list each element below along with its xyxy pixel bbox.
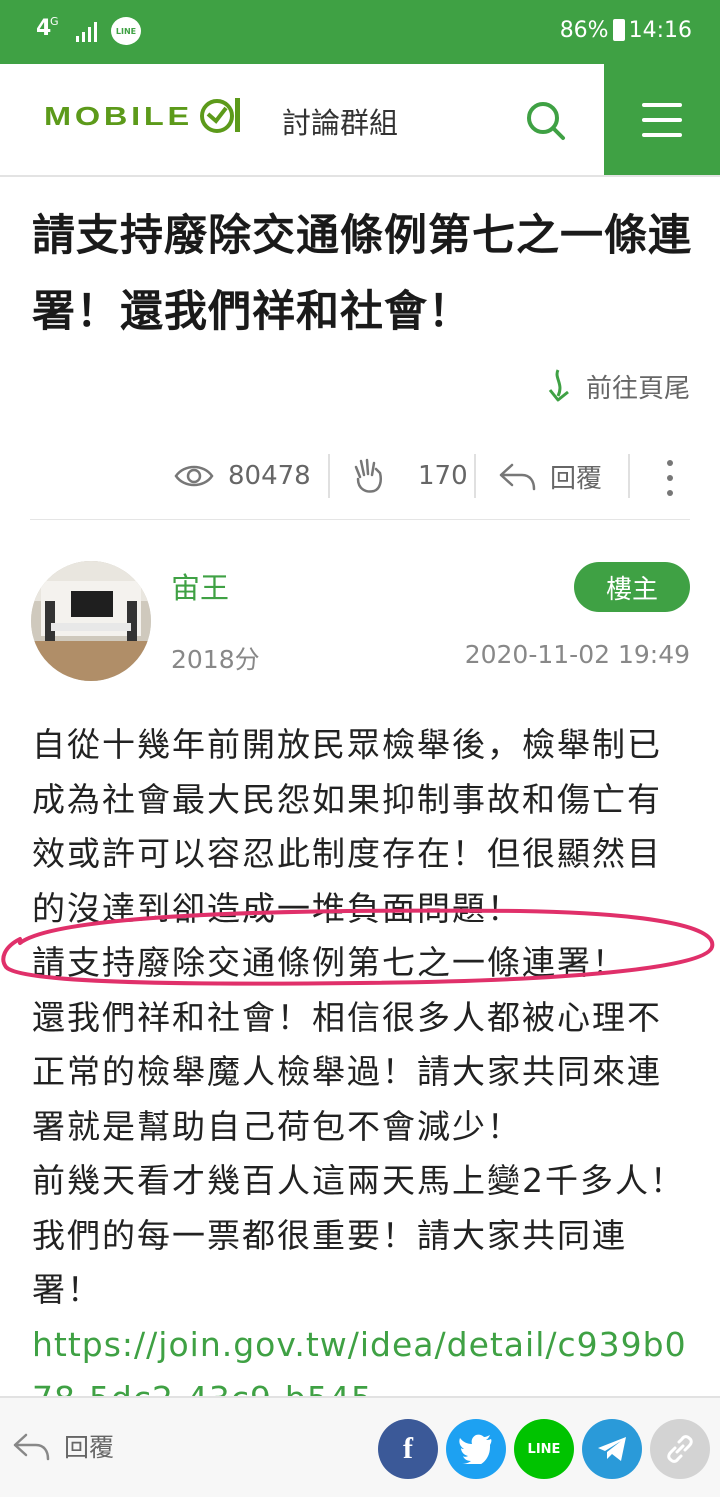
share-facebook-button[interactable]: f <box>378 1419 438 1479</box>
facebook-icon: f <box>403 1432 413 1465</box>
like-count-value: 170 <box>418 461 468 491</box>
stat-divider <box>628 454 630 498</box>
reply-label: 回覆 <box>550 463 603 494</box>
like-button[interactable]: 170 <box>352 450 468 502</box>
eye-icon <box>174 465 214 487</box>
status-right: 86% 14:16 <box>560 15 692 45</box>
search-button[interactable] <box>523 98 567 142</box>
view-count: 80478 <box>174 450 311 502</box>
reply-button[interactable]: 回覆 <box>498 450 602 502</box>
menu-button[interactable] <box>604 64 720 175</box>
post-content: 自從十幾年前開放民眾檢舉後，檢舉制已成為社會最大民怨如果抑制事故和傷亡有效或許可… <box>32 718 692 1396</box>
link-icon <box>667 1435 693 1463</box>
menu-icon-bar <box>642 117 682 122</box>
battery-percent: 86% <box>559 17 609 43</box>
status-bar: 4 G LINE 86% 14:16 <box>0 0 720 64</box>
more-options-icon[interactable] <box>664 460 676 496</box>
line-icon: LINE <box>527 1441 561 1457</box>
logo-text: MOBILE <box>44 100 193 131</box>
site-logo[interactable]: MOBILE <box>44 94 243 138</box>
author-score: 2018分 <box>171 645 260 674</box>
line-notification-icon: LINE <box>111 17 141 45</box>
network-indicator: 4 G <box>36 16 62 46</box>
twitter-bird-icon <box>459 1434 492 1464</box>
share-line-button[interactable]: LINE <box>514 1419 574 1479</box>
stat-divider <box>328 454 330 498</box>
op-badge: 樓主 <box>574 562 690 612</box>
copy-link-button[interactable] <box>650 1419 710 1479</box>
share-twitter-button[interactable] <box>446 1419 506 1479</box>
petition-link[interactable]: https://join.gov.tw/idea/detail/c939b078… <box>32 1318 692 1397</box>
battery-icon <box>612 19 625 41</box>
line-notification-label: LINE <box>115 26 137 36</box>
clap-icon <box>354 458 382 493</box>
bottom-action-bar: 回覆 f LINE <box>0 1396 720 1497</box>
network-subtype: G <box>50 15 59 28</box>
post-paragraph: 自從十幾年前開放民眾檢舉後，檢舉制已成為社會最大民怨如果抑制事故和傷亡有效或許可… <box>32 725 662 928</box>
post-date: 2020-11-02 19:49 <box>464 640 690 669</box>
goto-footer-link[interactable]: 前往頁尾 <box>544 366 690 406</box>
telegram-plane-icon <box>598 1437 626 1461</box>
section-title[interactable]: 討論群組 <box>282 100 398 142</box>
post-paragraph-highlighted: 請支持廢除交通條例第七之一條連署！ <box>32 943 627 982</box>
reply-icon <box>13 1433 50 1461</box>
search-icon <box>527 102 565 140</box>
post-paragraph: 前幾天看才幾百人這兩天馬上變2千多人！我們的每一票都很重要！請大家共同連署！ <box>32 1161 685 1309</box>
post-paragraph: 還我們祥和社會！相信很多人都被心理不正常的檢舉魔人檢舉過！請大家共同來連署就是幫… <box>32 997 662 1146</box>
divider-line <box>30 519 690 520</box>
stat-divider <box>474 454 476 498</box>
post-stats: 80478 170 回覆 <box>0 450 720 502</box>
avatar-image <box>31 561 151 681</box>
goto-footer-label: 前往頁尾 <box>585 373 690 404</box>
author-name[interactable]: 宙王 <box>171 565 229 607</box>
reply-icon <box>499 463 536 491</box>
bottom-reply-button[interactable]: 回覆 <box>12 1428 114 1464</box>
status-left: 4 G LINE <box>36 14 141 48</box>
view-count-value: 80478 <box>228 461 311 491</box>
arrow-down-icon <box>548 369 569 402</box>
menu-icon-bar <box>642 102 682 107</box>
logo-mark-icon <box>200 98 241 133</box>
bottom-reply-label: 回覆 <box>64 1433 115 1462</box>
clock: 14:16 <box>628 17 692 43</box>
post-title: 請支持廢除交通條例第七之一條連署！還我們祥和社會！ <box>32 211 692 337</box>
site-header: MOBILE 討論群組 <box>0 64 720 177</box>
menu-icon-bar <box>642 132 682 137</box>
share-telegram-button[interactable] <box>582 1419 642 1479</box>
signal-icon <box>76 20 97 42</box>
avatar[interactable] <box>31 561 151 681</box>
